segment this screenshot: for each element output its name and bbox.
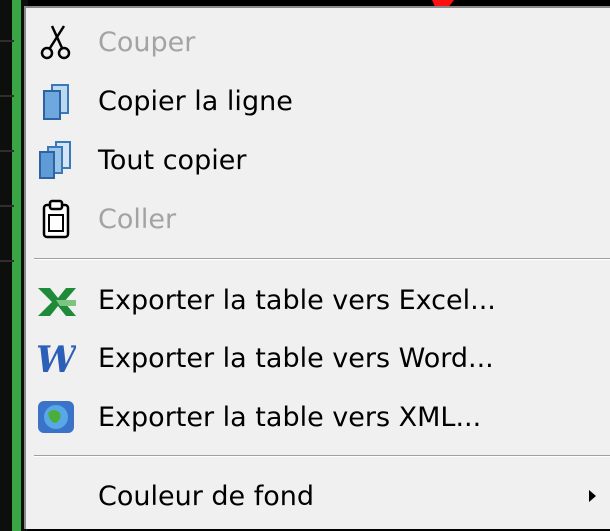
scissors-icon [36, 22, 76, 62]
background-tick [0, 40, 14, 42]
menu-item-label: Tout copier [98, 144, 247, 176]
background-green-line [12, 0, 21, 531]
menu-item-copy-all[interactable]: Tout copier [26, 132, 610, 188]
menu-item-label: Exporter la table vers XML... [98, 401, 482, 433]
menu-item-label: Exporter la table vers Excel... [98, 284, 496, 316]
background-tick [0, 95, 14, 97]
background-tick [0, 150, 14, 152]
copy-icon [36, 81, 76, 121]
word-icon: W [36, 338, 76, 378]
background-tick [0, 260, 14, 262]
menu-separator [34, 455, 610, 457]
xml-globe-icon [36, 397, 76, 437]
menu-item-label: Coller [98, 203, 177, 235]
menu-item-label: Couleur de fond [98, 480, 314, 512]
menu-item-label: Copier la ligne [98, 85, 293, 117]
paste-icon [36, 199, 76, 239]
menu-item-label: Couper [98, 26, 196, 58]
menu-item-copy-line[interactable]: Copier la ligne [26, 73, 610, 129]
copy-all-icon [36, 140, 76, 180]
menu-item-label: Exporter la table vers Word... [98, 342, 494, 374]
menu-item-background-color[interactable]: Couleur de fond [26, 468, 610, 524]
submenu-arrow-icon [589, 490, 596, 502]
menu-separator [34, 258, 610, 260]
menu-item-cut[interactable]: Couper [26, 14, 610, 70]
menu-item-export-xml[interactable]: Exporter la table vers XML... [26, 389, 610, 445]
menu-item-export-word[interactable]: W Exporter la table vers Word... [26, 330, 610, 386]
svg-text:W: W [36, 339, 76, 378]
background-tick [0, 205, 14, 207]
menu-item-paste[interactable]: Coller [26, 191, 610, 247]
excel-icon [36, 280, 76, 320]
menu-item-export-excel[interactable]: Exporter la table vers Excel... [26, 272, 610, 328]
context-menu: Couper Copier la ligne Tout copier Colle… [24, 6, 610, 529]
